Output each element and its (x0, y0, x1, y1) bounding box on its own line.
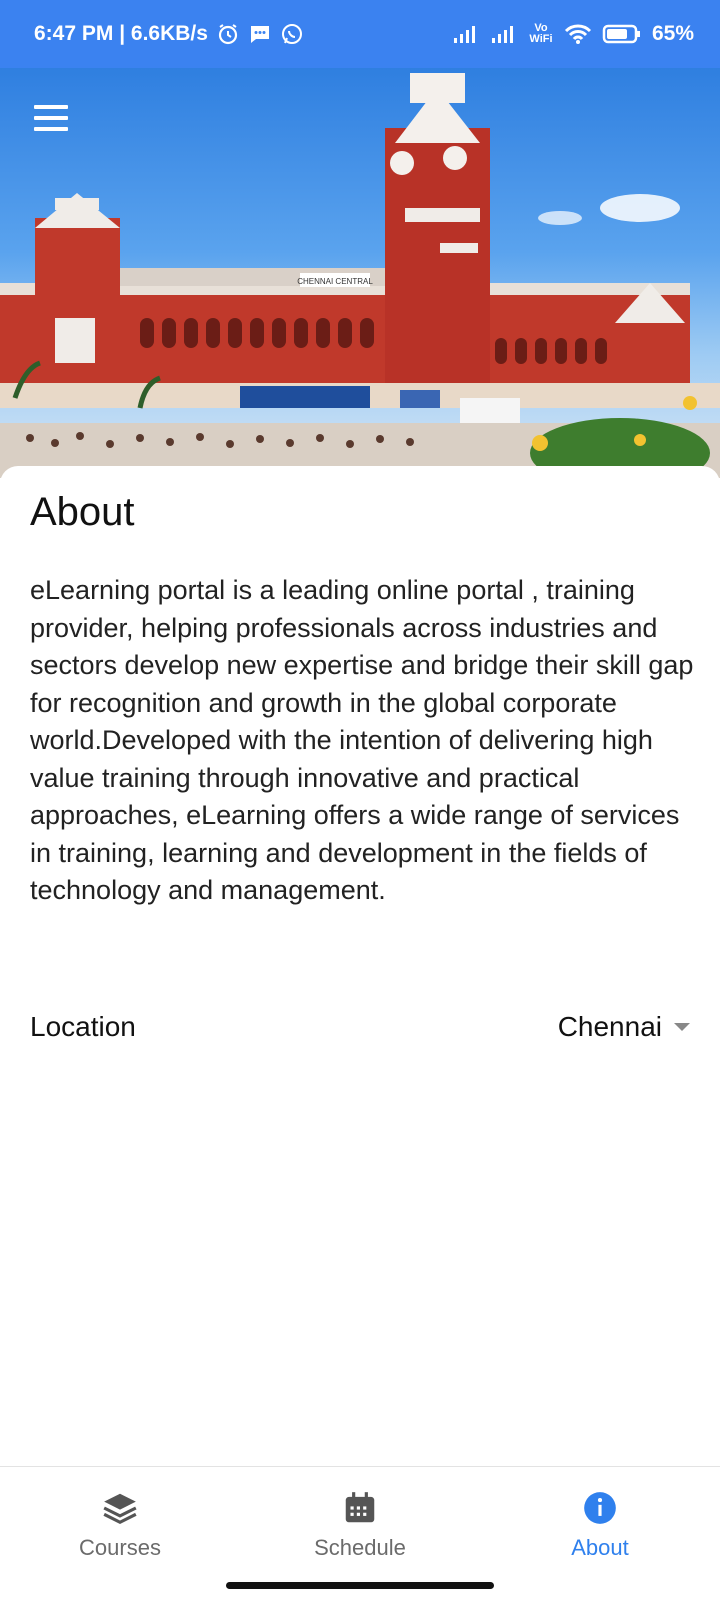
chennai-central-building-image: CHENNAI CENTRAL (0, 73, 720, 478)
nav-about[interactable]: About (480, 1487, 720, 1577)
location-value: Chennai (557, 1011, 662, 1042)
chevron-down-icon (674, 1023, 690, 1031)
nav-schedule[interactable]: Schedule (240, 1487, 480, 1577)
menu-icon[interactable] (34, 105, 68, 131)
nav-schedule-label: Schedule (314, 1535, 406, 1560)
home-indicator[interactable] (226, 1582, 494, 1589)
header-image: CHENNAI CENTRAL (0, 68, 720, 478)
bottom-navigation: Courses Schedule About (0, 1466, 720, 1600)
nav-courses-label: Courses (79, 1535, 161, 1560)
page-title: About (30, 490, 135, 534)
signal-icon-2 (490, 24, 518, 44)
location-dropdown[interactable]: Chennai (558, 1011, 690, 1043)
location-label: Location (30, 1011, 136, 1042)
location-row: Location Chennai (30, 1007, 690, 1047)
calendar-icon (240, 1487, 480, 1529)
about-description: eLearning portal is a leading online por… (30, 575, 694, 905)
message-icon (248, 22, 272, 46)
status-bar: 6:47 PM | 6.6KB/s Vo WiFi 65% (0, 0, 720, 68)
status-time: 6:47 PM | 6.6KB/s (34, 22, 208, 45)
alarm-icon (216, 22, 240, 46)
battery-icon (602, 23, 642, 45)
whatsapp-icon (280, 22, 304, 46)
nav-about-label: About (571, 1535, 629, 1560)
nav-courses[interactable]: Courses (0, 1487, 240, 1577)
battery-level: 65% (651, 22, 694, 45)
info-icon (480, 1487, 720, 1529)
layers-icon (0, 1487, 240, 1529)
building-sign: CHENNAI CENTRAL (297, 277, 373, 286)
signal-icon (452, 24, 480, 44)
vowifi-label: Vo WiFi (529, 22, 553, 45)
wifi-icon (564, 23, 592, 45)
